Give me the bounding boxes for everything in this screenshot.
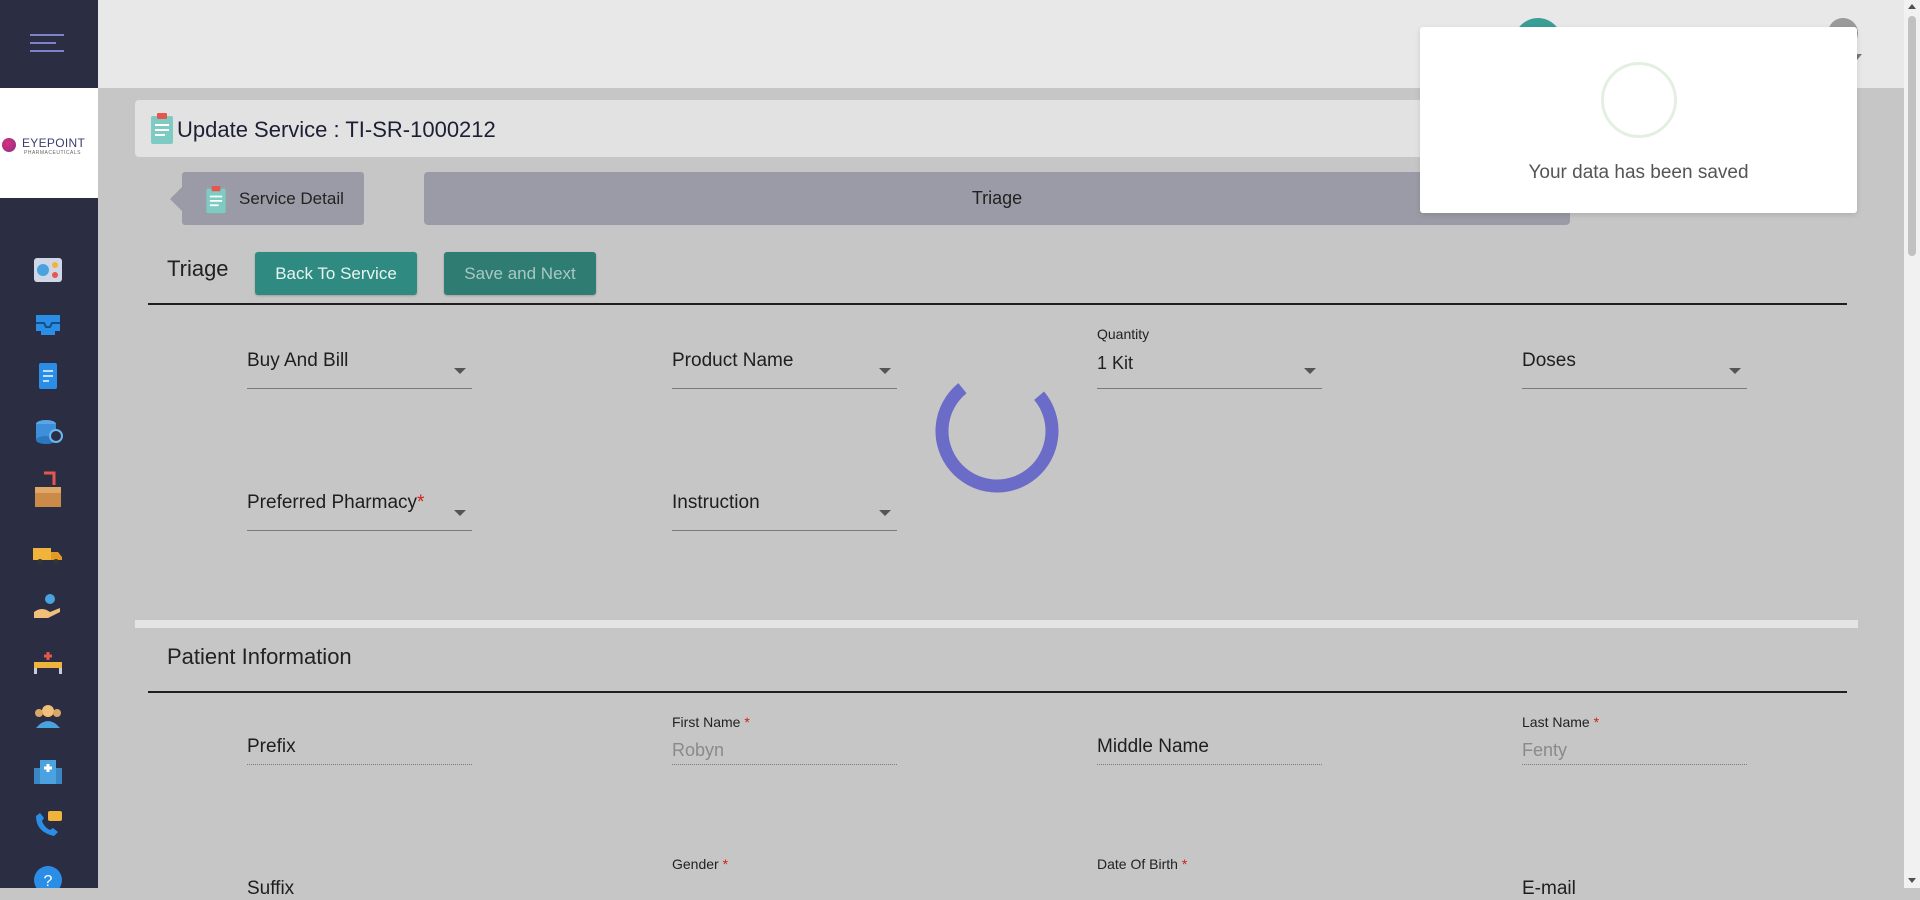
eyepoint-logo-mark-icon [2, 138, 16, 152]
last-name-field[interactable]: Last Name * Fenty [1522, 714, 1747, 794]
save-and-next-button[interactable]: Save and Next [444, 252, 596, 295]
divider [148, 303, 1847, 305]
first-name-value: Robyn [672, 740, 725, 760]
help-icon[interactable]: ? [32, 864, 64, 888]
middle-name-field[interactable]: Middle Name [1097, 736, 1322, 796]
quantity-value: 1 Kit [1097, 353, 1134, 373]
field-underline [672, 388, 897, 389]
required-marker: * [1593, 714, 1600, 730]
prefix-field[interactable]: Prefix [247, 736, 472, 796]
quantity-label: Quantity [1097, 326, 1150, 342]
date-of-birth-label: Date Of Birth * [1097, 856, 1188, 872]
chevron-down-icon [1304, 368, 1316, 374]
chevron-down-icon [1729, 368, 1741, 374]
field-underline [247, 764, 472, 765]
preferred-pharmacy-label: Preferred Pharmacy* [247, 492, 425, 513]
last-name-value: Fenty [1522, 740, 1568, 760]
product-name-select[interactable]: Product Name [672, 350, 897, 410]
scrollbar[interactable] [1904, 0, 1920, 888]
svg-text:?: ? [44, 873, 53, 888]
gender-select[interactable]: Gender * [672, 856, 897, 886]
field-underline [1097, 388, 1322, 389]
email-field[interactable]: E-mail [1522, 878, 1747, 899]
patient-information-title: Patient Information [167, 644, 352, 669]
middle-name-label: Middle Name [1097, 736, 1209, 757]
buy-and-bill-select[interactable]: Buy And Bill [247, 350, 472, 410]
required-marker: * [417, 492, 425, 513]
database-settings-icon[interactable] [32, 418, 64, 446]
chevron-down-icon [454, 510, 466, 516]
package-box-icon[interactable] [32, 468, 64, 510]
hamburger-menu-icon[interactable] [30, 34, 64, 54]
logo-text: EYEPOINT [22, 136, 86, 150]
email-label: E-mail [1522, 878, 1576, 899]
success-check-icon [1601, 62, 1677, 138]
inbox-tray-icon[interactable] [32, 309, 64, 337]
triage-title: Triage [167, 256, 229, 281]
sidebar: EYEPOINT PHARMACEUTICALS ? [0, 0, 98, 888]
hospital-building-icon[interactable] [32, 756, 64, 784]
back-to-service-button[interactable]: Back To Service [255, 252, 417, 295]
field-underline [247, 530, 472, 531]
field-underline [1097, 764, 1322, 765]
instruction-select[interactable]: Instruction [672, 492, 897, 552]
suffix-label: Suffix [247, 878, 295, 899]
scroll-thumb[interactable] [1908, 16, 1916, 256]
gender-label: Gender * [672, 856, 729, 872]
users-group-icon[interactable] [32, 702, 64, 730]
quantity-select[interactable]: Quantity 1 Kit [1097, 326, 1322, 406]
hand-care-icon[interactable] [32, 592, 64, 620]
patient-information-card: Patient Information Prefix First Name * … [135, 628, 1858, 899]
field-underline [1522, 388, 1747, 389]
tab-triage[interactable]: Triage [424, 172, 1570, 225]
prefix-label: Prefix [247, 736, 296, 757]
product-name-label: Product Name [672, 350, 794, 371]
page-title: Update Service : TI-SR-1000212 [177, 117, 496, 142]
scroll-up-arrow-icon[interactable] [1908, 4, 1916, 9]
loading-spinner-icon [935, 369, 1059, 493]
preferred-pharmacy-select[interactable]: Preferred Pharmacy* [247, 492, 472, 552]
delivery-truck-icon[interactable] [32, 540, 64, 568]
document-icon[interactable] [32, 362, 64, 390]
clipboard-icon [206, 186, 226, 214]
tab-service-detail-label: Service Detail [239, 189, 344, 208]
chevron-down-icon [879, 510, 891, 516]
required-marker: * [722, 856, 729, 872]
field-underline [672, 764, 897, 765]
suffix-field[interactable]: Suffix [247, 878, 472, 899]
field-underline [247, 388, 472, 389]
chevron-down-icon [454, 368, 466, 374]
clipboard-icon [151, 113, 173, 144]
doses-label: Doses [1522, 350, 1576, 371]
section-separator [135, 620, 1858, 628]
chevron-down-icon [879, 368, 891, 374]
toast-message: Your data has been saved [1528, 162, 1749, 183]
tab-service-detail[interactable]: Service Detail [182, 172, 364, 225]
required-marker: * [744, 714, 750, 730]
first-name-field[interactable]: First Name * Robyn [672, 714, 897, 794]
first-name-label: First Name * [672, 714, 750, 730]
doses-select[interactable]: Doses [1522, 350, 1747, 410]
phone-chat-icon[interactable] [32, 810, 64, 838]
success-toast: Your data has been saved [1420, 27, 1857, 213]
required-marker: * [1181, 856, 1188, 872]
field-underline [672, 530, 897, 531]
divider [148, 691, 1847, 693]
dashboard-icon[interactable] [32, 256, 64, 284]
date-of-birth-field[interactable]: Date Of Birth * [1097, 856, 1322, 886]
instruction-label: Instruction [672, 492, 760, 513]
breadcrumb-arrow [170, 187, 182, 211]
scroll-down-arrow-icon[interactable] [1908, 878, 1916, 883]
hospital-bed-icon[interactable] [32, 648, 64, 676]
logo-subtext: PHARMACEUTICALS [24, 150, 81, 156]
field-underline [1522, 764, 1747, 765]
last-name-label: Last Name * [1522, 714, 1600, 730]
buy-and-bill-label: Buy And Bill [247, 350, 349, 371]
